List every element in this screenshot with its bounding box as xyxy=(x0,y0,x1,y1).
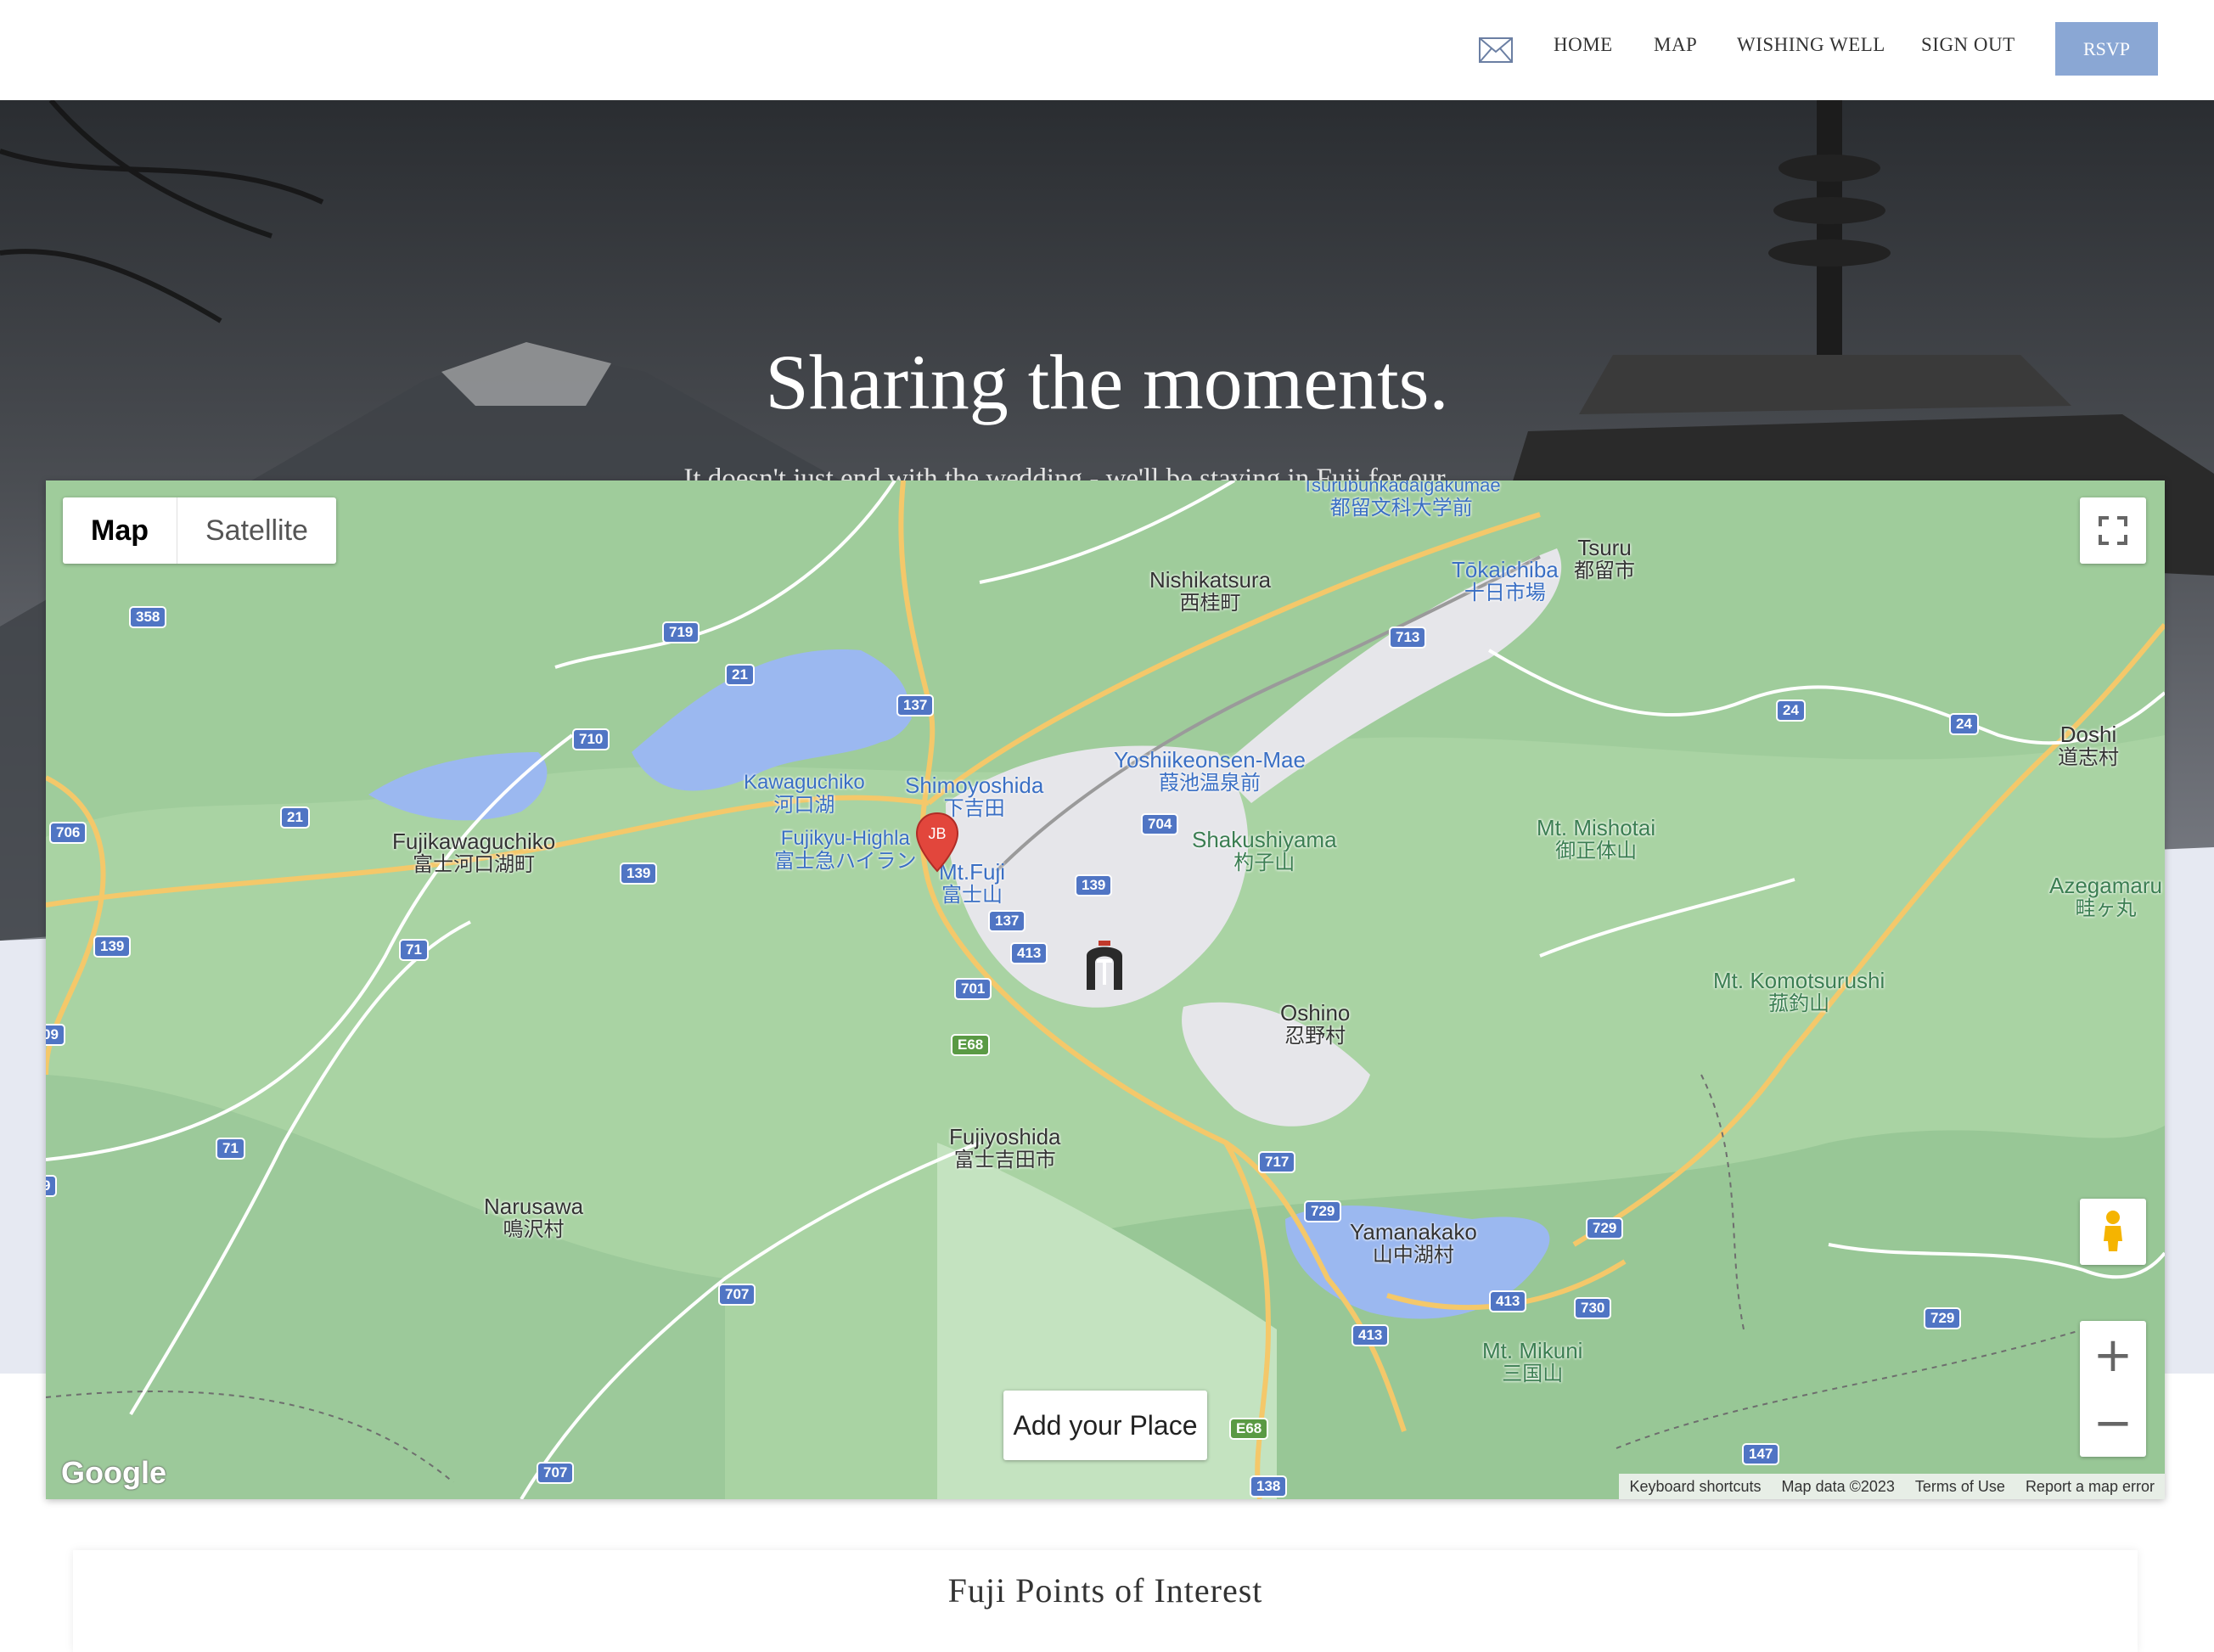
envelope-icon[interactable] xyxy=(1479,37,1513,63)
map-label-yamanakako: Yamanakako 山中湖村 xyxy=(1350,1219,1477,1267)
map-label-narusawa: Narusawa 鳴沢村 xyxy=(484,1194,584,1242)
zoom-in-button[interactable]: + xyxy=(2080,1321,2146,1389)
route-shield: 413 xyxy=(1351,1324,1390,1346)
route-shield: 729 xyxy=(1304,1200,1342,1222)
map-label-shakushiyama: Shakushiyama 杓子山 xyxy=(1192,827,1337,875)
map-label-mishotai: Mt. Mishotai 御正体山 xyxy=(1537,815,1656,863)
map-marker-pin[interactable]: JB xyxy=(915,812,959,873)
map-label-tokaichiba: Tōkaichiba 十日市場 xyxy=(1452,557,1559,605)
route-shield: 147 xyxy=(1742,1443,1780,1465)
route-shield: 707 xyxy=(718,1284,756,1306)
route-shield: 137 xyxy=(896,694,935,716)
route-shield: 701 xyxy=(954,978,992,1000)
map-label-oshino: Oshino 忍野村 xyxy=(1280,1000,1351,1048)
map-label-fujikyu: Fujikyu-Highla 富士急ハイラン xyxy=(774,827,917,873)
map-label-doshi: Doshi 道志村 xyxy=(2058,722,2119,770)
google-logo: Google xyxy=(61,1455,166,1490)
route-shield: 09 xyxy=(46,1024,65,1046)
zoom-out-button[interactable]: − xyxy=(2080,1389,2146,1457)
wedding-venue-marker-icon[interactable] xyxy=(1080,937,1129,992)
route-shield: 9 xyxy=(46,1175,58,1197)
route-shield: 729 xyxy=(1924,1307,1962,1329)
fullscreen-icon xyxy=(2099,516,2127,545)
route-shield: 24 xyxy=(1949,713,1979,735)
fullscreen-button[interactable] xyxy=(2080,497,2146,564)
route-shield: 24 xyxy=(1776,700,1806,722)
map-label-kawaguchiko: Kawaguchiko 河口湖 xyxy=(744,771,865,817)
map-label-yoshiikeonsen: Yoshiikeonsen-Mae 葭池温泉前 xyxy=(1114,747,1306,795)
hero-title: Sharing the moments. xyxy=(765,339,1449,425)
route-shield: 21 xyxy=(280,806,310,829)
add-your-place-button[interactable]: Add your Place xyxy=(1003,1391,1207,1460)
rsvp-button[interactable]: RSVP xyxy=(2055,22,2158,76)
route-shield: 707 xyxy=(537,1462,575,1484)
poi-title: Fuji Points of Interest xyxy=(947,1571,1263,1610)
route-shield: 719 xyxy=(662,621,700,643)
route-shield: 139 xyxy=(1075,874,1113,896)
marker-label: JB xyxy=(928,825,946,842)
map-label-fujiyoshida: Fujiyoshida 富士吉田市 xyxy=(949,1124,1061,1172)
keyboard-shortcuts-link[interactable]: Keyboard shortcuts xyxy=(1619,1478,1771,1496)
map-label-komotsurushi: Mt. Komotsurushi 菰釣山 xyxy=(1713,968,1885,1016)
route-shield: 413 xyxy=(1010,942,1048,964)
route-shield: 358 xyxy=(129,606,167,628)
map-label-tsurubunka: Tsurubunkadaigakumae 都留文科大学前 xyxy=(1302,480,1501,520)
route-shield: E68 xyxy=(1229,1418,1269,1440)
map-label-mikuni: Mt. Mikuni 三国山 xyxy=(1482,1338,1583,1386)
map-label-azegamaru: Azegamaru 畦ヶ丸 xyxy=(2049,873,2162,921)
route-shield: 139 xyxy=(620,863,658,885)
top-nav: HOME MAP WISHING WELL SIGN OUT RSVP xyxy=(0,0,2214,100)
route-shield: 704 xyxy=(1141,813,1179,835)
route-shield: 71 xyxy=(399,939,429,961)
nav-link-sign-out[interactable]: SIGN OUT xyxy=(1921,34,2015,56)
route-shield: 21 xyxy=(725,664,755,686)
map-data-text: Map data ©2023 xyxy=(1781,1477,1895,1495)
nav-link-wishing-well[interactable]: WISHING WELL xyxy=(1737,34,1885,56)
street-view-pegman-button[interactable] xyxy=(2080,1199,2146,1265)
map-label-tsuru: Tsuru 都留市 xyxy=(1574,535,1635,583)
route-shield: 138 xyxy=(1250,1475,1288,1497)
zoom-control: + − xyxy=(2080,1321,2146,1457)
route-shield: E68 xyxy=(951,1034,991,1056)
google-map[interactable]: Nishikatsura 西桂町 Tsuru 都留市 Tōkaichiba 十日市場 … xyxy=(46,480,2165,1499)
nav-link-map[interactable]: MAP xyxy=(1654,34,1697,56)
route-shield: 717 xyxy=(1258,1151,1296,1173)
map-type-control: Map Satellite xyxy=(63,497,336,564)
nav-link-home[interactable]: HOME xyxy=(1554,34,1613,56)
map-attribution-bar: Keyboard shortcuts Map data ©2023 Terms … xyxy=(1619,1474,2165,1499)
route-shield: 713 xyxy=(1389,627,1427,649)
route-shield: 729 xyxy=(1586,1217,1624,1239)
route-shield: 71 xyxy=(216,1138,245,1160)
route-shield: 139 xyxy=(93,936,132,958)
map-label-fujikawaguchiko: Fujikawaguchiko 富士河口湖町 xyxy=(392,829,556,877)
pegman-icon xyxy=(2104,1211,2122,1251)
report-map-error-link[interactable]: Report a map error xyxy=(2015,1478,2165,1496)
terms-of-use-link[interactable]: Terms of Use xyxy=(1905,1478,2015,1496)
map-type-map-button[interactable]: Map xyxy=(63,497,177,564)
route-shield: 730 xyxy=(1574,1297,1612,1319)
route-shield: 706 xyxy=(49,822,87,844)
map-type-satellite-button[interactable]: Satellite xyxy=(177,497,336,564)
route-shield: 137 xyxy=(988,910,1026,932)
points-of-interest-card: Fuji Points of Interest xyxy=(73,1550,2138,1652)
map-label-nishikatsura: Nishikatsura 西桂町 xyxy=(1149,567,1272,615)
route-shield: 413 xyxy=(1489,1290,1527,1312)
route-shield: 710 xyxy=(572,728,610,750)
